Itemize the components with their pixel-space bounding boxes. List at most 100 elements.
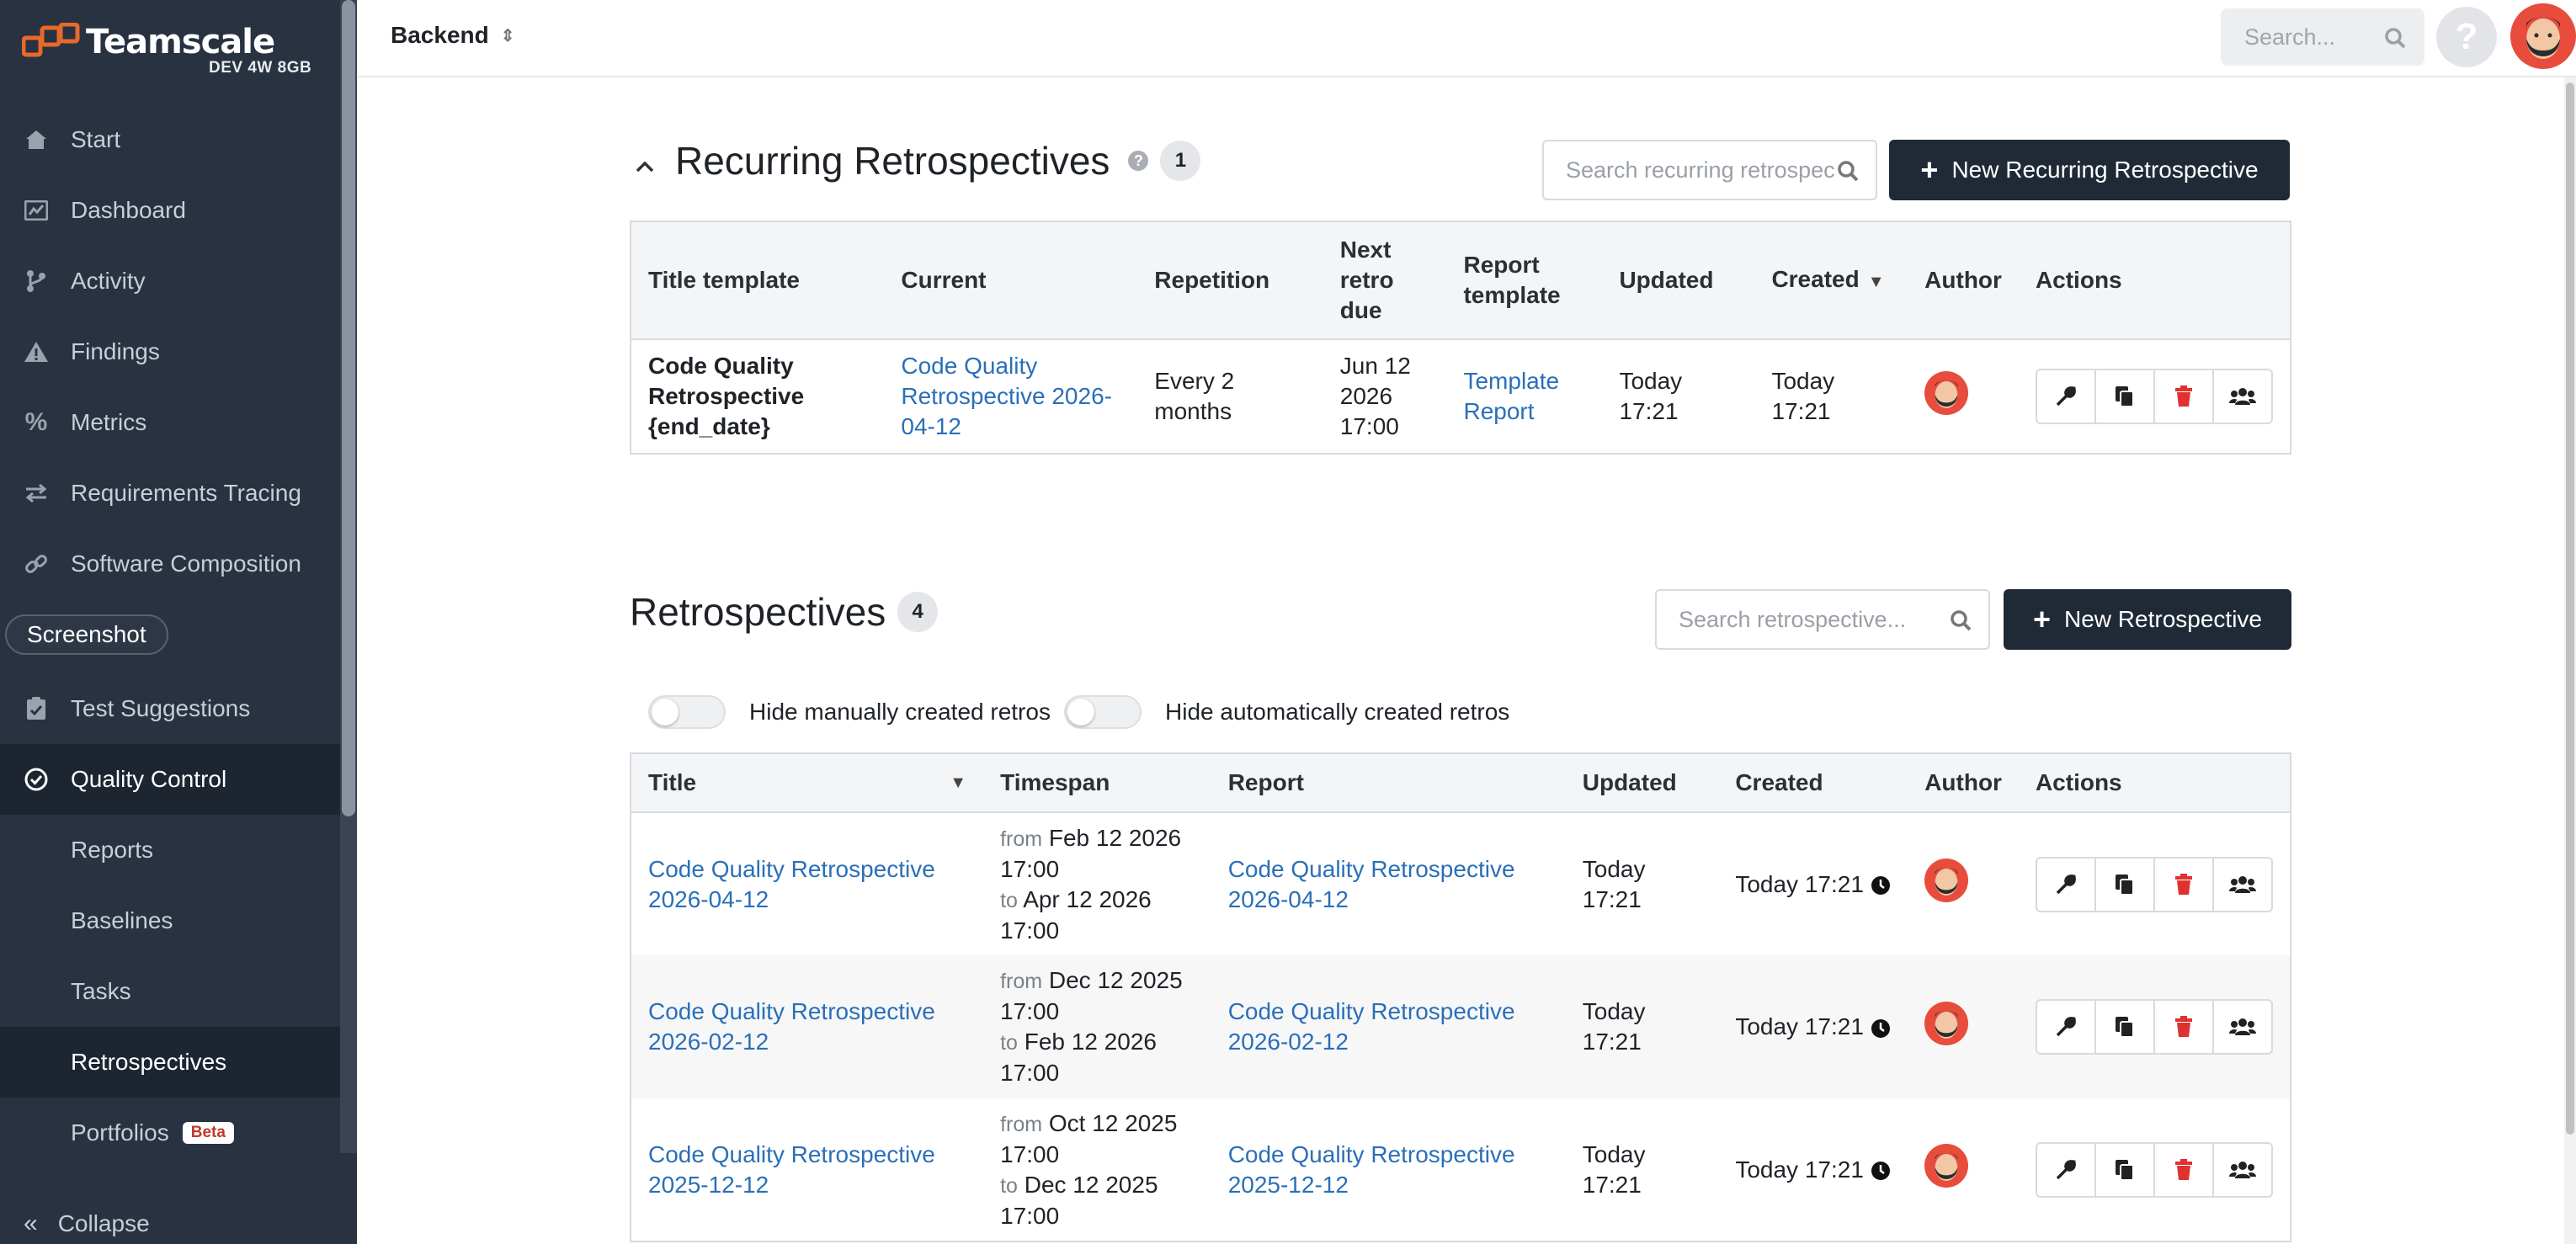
retro-title-link[interactable]: Code Quality Retrospective 2025-12-12 — [648, 1141, 935, 1198]
home-icon — [24, 127, 49, 152]
col-repetition[interactable]: Repetition — [1137, 221, 1323, 340]
timespan-cell: from Feb 12 2026 17:00 to Apr 12 2026 17… — [983, 812, 1211, 955]
share-button[interactable] — [2211, 999, 2273, 1055]
sidebar-subitem-reports[interactable]: Reports — [0, 815, 340, 885]
created-cell: Today 17:21 — [1718, 955, 1908, 1098]
new-recurring-retrospective-button[interactable]: + New Recurring Retrospective — [1889, 140, 2290, 200]
copy-button[interactable] — [2094, 1141, 2155, 1198]
copy-icon — [2115, 386, 2134, 407]
chevron-up-icon[interactable] — [635, 160, 655, 173]
col-created[interactable]: Created ▼ — [1754, 221, 1908, 340]
clipboard-check-icon — [24, 696, 49, 721]
user-avatar[interactable] — [2510, 3, 2576, 69]
col-author: Author — [1908, 753, 2019, 813]
sidebar-item-requirements-tracing[interactable]: Requirements Tracing — [0, 458, 340, 529]
users-icon — [2228, 388, 2256, 405]
col-title-label: Title — [648, 769, 697, 795]
retro-title-link[interactable]: Code Quality Retrospective 2026-02-12 — [648, 998, 935, 1055]
col-created[interactable]: Created — [1718, 753, 1908, 813]
sidebar-item-findings[interactable]: Findings — [0, 316, 340, 387]
delete-button[interactable] — [2153, 369, 2214, 424]
created-cell: Today 17:21 — [1718, 812, 1908, 955]
sidebar-subitem-tasks[interactable]: Tasks — [0, 956, 340, 1027]
global-search-input[interactable]: Search... — [2221, 8, 2424, 66]
link-icon — [24, 551, 49, 577]
col-updated[interactable]: Updated — [1602, 221, 1755, 340]
retro-title-link[interactable]: Code Quality Retrospective 2026-04-12 — [648, 856, 935, 912]
sidebar-item-software-composition[interactable]: Software Composition — [0, 529, 340, 599]
sidebar-subitem-baselines[interactable]: Baselines — [0, 885, 340, 956]
users-icon — [2228, 1018, 2256, 1035]
sidebar-item-quality-control[interactable]: Quality Control — [0, 744, 340, 815]
col-report[interactable]: Report — [1211, 753, 1566, 813]
sidebar-item-start[interactable]: Start — [0, 104, 340, 175]
sidebar-subitem-retrospectives[interactable]: Retrospectives — [0, 1027, 340, 1098]
col-timespan[interactable]: Timespan — [983, 753, 1211, 813]
branch-icon — [24, 268, 49, 294]
col-title-template[interactable]: Title template — [631, 221, 885, 340]
help-circle-icon[interactable]: ? — [1128, 151, 1149, 171]
sidebar-item-label: Retrospectives — [71, 1049, 227, 1075]
report-cell: Code Quality Retrospective 2025-12-12 — [1211, 1098, 1566, 1241]
sidebar-item-metrics[interactable]: % Metrics — [0, 387, 340, 458]
delete-button[interactable] — [2153, 1141, 2214, 1198]
new-recurring-label: New Recurring Retrospective — [1951, 157, 2259, 183]
hide-auto-toggle[interactable] — [1064, 695, 1142, 729]
table-header-row: Title template Current Repetition Next r… — [631, 221, 2291, 340]
report-template-cell: Template Report — [1446, 339, 1602, 454]
sidebar-item-test-suggestions[interactable]: Test Suggestions — [0, 673, 340, 744]
recurring-search-input[interactable]: Search recurring retrospectives... — [1542, 140, 1877, 200]
plus-icon: + — [2032, 602, 2052, 636]
current-retro-link[interactable]: Code Quality Retrospective 2026-04-12 — [901, 353, 1112, 439]
delete-button[interactable] — [2153, 856, 2214, 912]
col-title[interactable]: Title ▼ — [631, 753, 984, 813]
sidebar-item-activity[interactable]: Activity — [0, 246, 340, 316]
col-updated[interactable]: Updated — [1565, 753, 1719, 813]
sidebar-item-label: Findings — [71, 338, 160, 364]
actions-cell — [2019, 339, 2291, 454]
to-date: Dec 12 2025 17:00 — [1000, 1171, 1158, 1229]
users-icon — [2228, 1161, 2256, 1178]
copy-icon — [2115, 874, 2134, 896]
title-cell: Code Quality Retrospective 2026-02-12 — [631, 955, 984, 1098]
hide-manual-toggle[interactable] — [648, 695, 726, 729]
sidebar-scrollbar-thumb[interactable] — [342, 0, 355, 816]
edit-button[interactable] — [2035, 856, 2096, 912]
page-scrollbar[interactable] — [2564, 77, 2576, 1244]
users-icon — [2228, 875, 2256, 893]
col-next-retro-due[interactable]: Next retro due — [1323, 221, 1447, 340]
col-current[interactable]: Current — [884, 221, 1138, 340]
sidebar-subitem-portfolios[interactable]: Portfolios Beta — [0, 1098, 340, 1168]
wrench-icon — [2056, 1159, 2076, 1179]
report-link[interactable]: Code Quality Retrospective 2025-12-12 — [1228, 1141, 1515, 1198]
help-button[interactable]: ? — [2436, 7, 2497, 67]
report-link[interactable]: Code Quality Retrospective 2026-02-12 — [1228, 998, 1515, 1055]
copy-button[interactable] — [2094, 369, 2155, 424]
col-actions: Actions — [2018, 753, 2291, 813]
copy-button[interactable] — [2094, 856, 2155, 912]
edit-button[interactable] — [2035, 1141, 2096, 1198]
edit-button[interactable] — [2035, 369, 2096, 424]
share-button[interactable] — [2211, 369, 2273, 424]
sidebar-item-dashboard[interactable]: Dashboard — [0, 175, 340, 246]
col-report-template[interactable]: Report template — [1446, 221, 1603, 340]
new-retrospective-button[interactable]: + New Retrospective — [2004, 589, 2291, 650]
dashboard-icon — [24, 198, 49, 223]
retrospectives-search-input[interactable]: Search retrospective... — [1655, 589, 1990, 650]
project-selector[interactable]: Backend ⇕ — [391, 22, 514, 49]
author-avatar — [1924, 370, 1969, 415]
collapse-sidebar-button[interactable]: « Collapse — [0, 1204, 340, 1244]
share-button[interactable] — [2211, 1141, 2273, 1198]
retrospectives-count-badge: 4 — [897, 592, 939, 632]
report-link[interactable]: Code Quality Retrospective 2026-04-12 — [1228, 856, 1515, 912]
screenshot-button[interactable]: Screenshot — [5, 614, 168, 655]
recurring-search-placeholder: Search recurring retrospectives... — [1566, 157, 1835, 183]
clock-icon — [1871, 1162, 1890, 1181]
sidebar-item-label: Requirements Tracing — [71, 480, 301, 506]
share-button[interactable] — [2211, 856, 2273, 912]
page-scrollbar-thumb[interactable] — [2566, 82, 2574, 1135]
edit-button[interactable] — [2035, 999, 2096, 1055]
copy-button[interactable] — [2094, 999, 2155, 1055]
delete-button[interactable] — [2153, 999, 2214, 1055]
report-template-link[interactable]: Template Report — [1463, 368, 1559, 424]
